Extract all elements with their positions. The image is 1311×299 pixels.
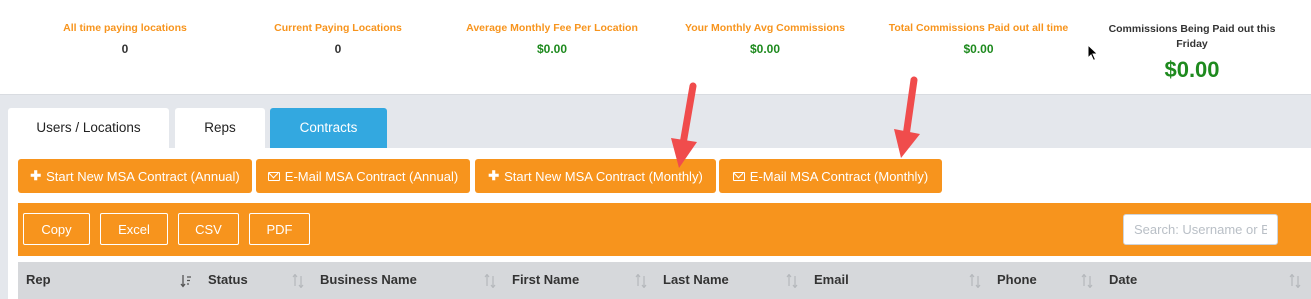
sort-icon — [635, 274, 647, 288]
column-label: First Name — [512, 272, 580, 287]
column-header-business-name[interactable]: Business Name — [312, 262, 504, 299]
stat-label: All time paying locations — [63, 22, 187, 34]
column-label: Email — [814, 272, 849, 287]
column-header-status[interactable]: Status — [200, 262, 312, 299]
annotation-arrow-icon — [894, 76, 920, 158]
stat-value: $0.00 — [536, 42, 568, 56]
table-toolbar: Copy Excel CSV PDF — [18, 203, 1311, 256]
sort-icon — [484, 274, 496, 288]
tab-contracts[interactable]: Contracts — [270, 108, 387, 148]
annotation-arrow-icon — [671, 82, 697, 168]
tab-reps[interactable]: Reps — [175, 108, 265, 148]
envelope-icon — [732, 171, 745, 181]
button-label: E-Mail MSA Contract (Monthly) — [749, 168, 929, 184]
tab-users-locations[interactable]: Users / Locations — [8, 108, 169, 148]
excel-button[interactable]: Excel — [100, 213, 168, 245]
stat-value: $0.00 — [749, 42, 781, 56]
sort-icon — [786, 274, 798, 288]
stats-banner: All time paying locations 0 Current Payi… — [0, 0, 1311, 95]
start-annual-contract-button[interactable]: ✚ Start New MSA Contract (Annual) — [18, 159, 252, 193]
stat-value: $0.00 — [1164, 57, 1220, 82]
stat-label: Current Paying Locations — [274, 22, 402, 34]
column-label: Phone — [997, 272, 1037, 287]
stat-value: 0 — [121, 42, 129, 56]
stat-label: Your Monthly Avg Commissions — [684, 22, 846, 34]
stat-value: 0 — [334, 42, 342, 56]
table-header: Rep Status Business Name First Name Last… — [18, 262, 1311, 299]
column-label: Last Name — [663, 272, 729, 287]
stat-label: Total Commissions Paid out all time — [888, 22, 1069, 34]
stat-total-commissions-paid: Total Commissions Paid out all time $0.0… — [885, 22, 1072, 56]
button-label: E-Mail MSA Contract (Annual) — [284, 168, 459, 184]
column-label: Rep — [26, 272, 51, 287]
sort-ascending-icon — [180, 275, 191, 288]
pdf-button[interactable]: PDF — [249, 213, 310, 245]
email-annual-contract-button[interactable]: E-Mail MSA Contract (Annual) — [256, 159, 470, 193]
stat-label: Commissions Being Paid out this Friday — [1108, 23, 1276, 50]
column-header-date[interactable]: Date — [1101, 262, 1311, 299]
copy-button[interactable]: Copy — [23, 213, 90, 245]
stat-current-paying-locations: Current Paying Locations 0 — [263, 22, 413, 56]
column-header-rep[interactable]: Rep — [18, 262, 200, 299]
button-label: Start New MSA Contract (Annual) — [46, 168, 240, 184]
stat-average-monthly-fee: Average Monthly Fee Per Location $0.00 — [462, 22, 642, 56]
sort-icon — [292, 274, 304, 288]
column-header-first-name[interactable]: First Name — [504, 262, 655, 299]
sort-icon — [1081, 274, 1093, 288]
plus-icon: ✚ — [30, 168, 42, 183]
envelope-icon — [267, 171, 280, 181]
stat-commissions-this-friday: Commissions Being Paid out this Friday $… — [1104, 22, 1280, 83]
column-label: Status — [208, 272, 248, 287]
sort-icon — [1289, 274, 1301, 288]
csv-button[interactable]: CSV — [178, 213, 239, 245]
stat-value: $0.00 — [963, 42, 994, 56]
stat-all-time-paying-locations: All time paying locations 0 — [50, 22, 200, 56]
sort-icon — [969, 274, 981, 288]
stat-monthly-avg-commissions: Your Monthly Avg Commissions $0.00 — [680, 22, 850, 56]
column-header-phone[interactable]: Phone — [989, 262, 1101, 299]
stat-label: Average Monthly Fee Per Location — [466, 22, 638, 34]
plus-icon: ✚ — [488, 168, 500, 183]
column-header-email[interactable]: Email — [806, 262, 989, 299]
search-input[interactable] — [1123, 214, 1278, 245]
column-header-last-name[interactable]: Last Name — [655, 262, 806, 299]
mouse-cursor-icon — [1087, 44, 1099, 62]
column-label: Date — [1109, 272, 1138, 287]
column-label: Business Name — [320, 272, 417, 287]
